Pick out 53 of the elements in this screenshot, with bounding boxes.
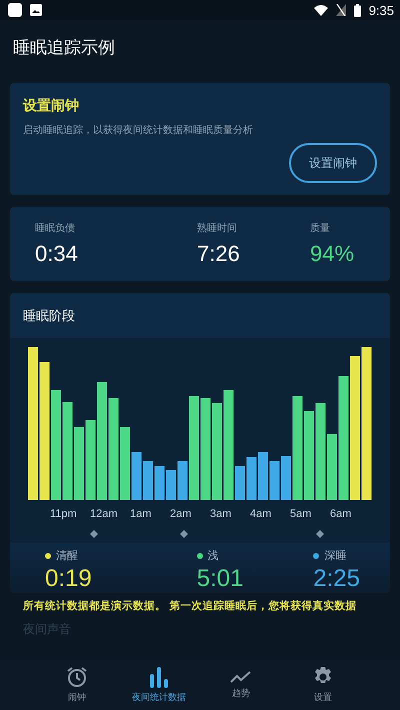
nav-tab[interactable]: 夜间统计数据: [127, 660, 191, 710]
card-title: 设置闹钟: [23, 97, 80, 115]
chart-bar: [178, 461, 188, 500]
chart-bar: [270, 461, 280, 500]
marker-icon: [90, 530, 98, 538]
stage-duration: 2:25: [313, 565, 360, 593]
marker-icon: [180, 530, 188, 538]
chart-bar: [166, 470, 176, 500]
wifi-icon: [314, 4, 328, 16]
chart-bar: [235, 466, 245, 500]
stage-duration: 5:01: [196, 565, 244, 593]
chart-bar: [281, 456, 291, 500]
time-label: 4am: [250, 508, 272, 520]
chart-bar: [132, 452, 142, 500]
stat-value: 94%: [310, 241, 354, 267]
chart-bar: [246, 457, 256, 500]
time-label: 5am: [290, 508, 312, 520]
chart-bar: [143, 461, 153, 500]
nav-tab[interactable]: 趋势: [209, 660, 273, 710]
card-title: 睡眠阶段: [22, 308, 76, 326]
stat-value: 7:26: [197, 241, 240, 267]
alarm-clock-icon: [66, 666, 88, 688]
card-description: 启动睡眠追踪，以获得夜间统计数据和睡眠质量分析: [23, 124, 254, 137]
clock-time: 9:35: [368, 2, 394, 18]
time-label: 6am: [330, 508, 352, 520]
stat-label: 熟睡时间: [197, 222, 237, 235]
no-signal-icon: [336, 4, 346, 16]
notification-icon: [8, 3, 22, 17]
chart-bar: [327, 434, 337, 500]
chart-bar: [154, 466, 164, 500]
legend-label: 清醒: [56, 548, 78, 563]
time-label: 1am: [130, 508, 152, 520]
stage-duration: 0:19: [45, 565, 92, 593]
stat-label: 质量: [310, 222, 330, 235]
trend-line-icon: [230, 670, 252, 684]
chart-bar: [258, 452, 268, 500]
legend-label: 深睡: [324, 548, 346, 563]
demo-notice: 所有统计数据都是演示数据。 第一次追踪睡眠后，您将获得真实数据: [23, 599, 358, 613]
stat-label: 睡眠负债: [35, 222, 76, 235]
nav-tab[interactable]: 设置: [291, 660, 355, 710]
battery-icon: [354, 4, 361, 16]
stat-value: 0:34: [35, 241, 79, 267]
image-icon: [30, 4, 42, 16]
time-label: 12am: [90, 508, 117, 520]
nav-tab[interactable]: 闹钟: [45, 660, 109, 710]
set-alarm-button[interactable]: 设置闹钟: [289, 143, 377, 183]
bar-chart-icon: [148, 666, 170, 688]
time-label: 2am: [170, 508, 192, 520]
marker-icon: [316, 530, 324, 538]
page-title: 睡眠追踪示例: [13, 37, 116, 59]
time-label: 3am: [210, 508, 232, 520]
time-label: 11pm: [50, 508, 77, 520]
legend-label: 浅: [208, 548, 219, 563]
